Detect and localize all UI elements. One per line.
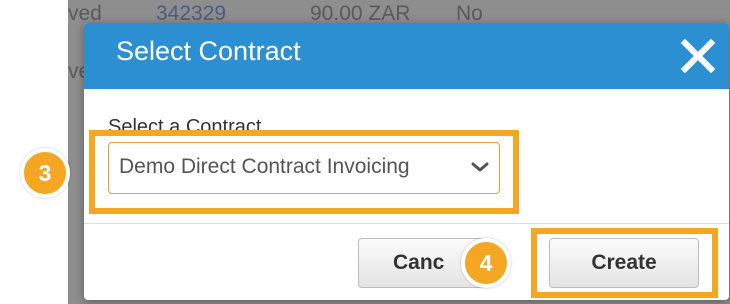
create-button[interactable]: Create	[549, 238, 699, 288]
contract-select-value: Demo Direct Contract Invoicing	[119, 155, 410, 178]
close-icon	[680, 38, 716, 74]
dialog-footer: Canc Create	[84, 224, 729, 300]
dialog-header: Select Contract	[84, 23, 729, 89]
step-4-badge: 4	[461, 238, 511, 288]
close-button[interactable]	[679, 37, 717, 75]
step-3-badge: 3	[20, 148, 70, 198]
dialog-title: Select Contract	[116, 36, 301, 66]
chevron-down-icon	[471, 162, 489, 172]
contract-select[interactable]: Demo Direct Contract Invoicing	[108, 142, 500, 194]
dialog-body: Select a Contract Demo Direct Contract I…	[84, 89, 729, 224]
select-contract-dialog: Select Contract Select a Contract Demo D…	[84, 23, 729, 300]
contract-field-label: Select a Contract	[108, 116, 262, 138]
